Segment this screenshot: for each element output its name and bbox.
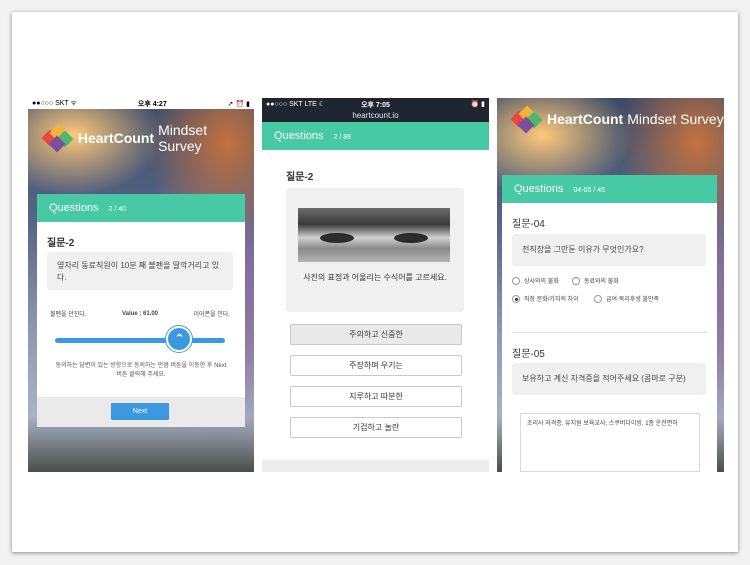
chevron-up-icon: ⌃ [173, 331, 185, 346]
q5-answer-textarea[interactable]: 조리사 자격증, 유치원 보육교사, 스쿠버다이빙, 1종 운전면허 [520, 413, 700, 472]
face-photo [298, 208, 450, 262]
phone-screen-multi-question: HeartCount Mindset Survey Questions 04-0… [497, 98, 724, 472]
question-counter: 2 / 88 [333, 134, 352, 141]
next-button[interactable]: Next [111, 403, 169, 420]
section-divider [512, 332, 708, 333]
q4-option-1[interactable]: 상사와의 불화 [512, 276, 559, 286]
brand-name: HeartCount [77, 130, 155, 146]
questions-label: Questions [274, 130, 324, 142]
brand-subtitle: Mindset Survey [627, 111, 724, 127]
question-card: Questions 04-05 / 45 질문-04 전직장을 그만둔 이유가 … [502, 175, 717, 472]
q4-option-3[interactable]: 직장 문화/가치의 차이 [512, 294, 579, 304]
question-counter: 2 / 40 [108, 206, 127, 213]
slider-left-label: 볼펜을 던진다. [50, 312, 87, 318]
carrier-signal: ●●○○○ SKT ᯤ [32, 100, 77, 107]
question-title: 질문-2 [47, 238, 75, 249]
questions-label: Questions [49, 202, 99, 214]
question-card: Questions 2 / 40 질문-2 옆자리 동료직원이 10분 째 볼펜… [37, 194, 245, 427]
left-eye [320, 233, 354, 243]
radio-icon [594, 295, 602, 304]
status-time: 오후 4:27 [137, 100, 167, 108]
question-counter: 04-05 / 45 [573, 187, 606, 194]
questions-header: Questions 04-05 / 45 [502, 175, 717, 203]
option-4[interactable]: 기겁하고 놀란 [290, 417, 462, 438]
brand-header: HeartCount Mindset Survey [41, 122, 254, 154]
question-box: 사진의 표정과 어울리는 수식어를 고르세요. [286, 188, 464, 312]
slider-handle[interactable]: ⌃ [166, 326, 193, 352]
slider-track[interactable] [55, 338, 225, 343]
questions-header: Questions 2 / 88 [262, 122, 489, 150]
status-icons: ➚ ⏰ ▮ [227, 100, 250, 108]
q4-option-4[interactable]: 급여 복리후생 불만족 [594, 294, 659, 304]
q4-title: 질문-04 [512, 219, 545, 230]
slider-labels: 볼펜을 던진다. Value : 61.00 이어폰을 낀다. [50, 309, 230, 319]
heartcount-logo-icon [41, 124, 74, 153]
question-card: 질문-2 사진의 표정과 어울리는 수식어를 고르세요. 주의하고 신중한 주장… [262, 150, 489, 460]
phone-screen-image-question: ●●○○○ SKT LTE ☾ 오후 7:05 ⏰ ▮ heartcount.i… [262, 98, 489, 472]
slider-right-label: 이어폰을 낀다. [193, 312, 230, 318]
heartcount-logo-icon [510, 105, 543, 134]
radio-selected-icon [512, 295, 520, 304]
q4-option-2[interactable]: 동료와의 불화 [572, 276, 619, 286]
brand-header: HeartCount Mindset Survey [510, 105, 724, 134]
url-bar[interactable]: heartcount.io [262, 111, 489, 120]
status-bar: ●●○○○ SKT ᯤ 오후 4:27 ➚ ⏰ ▮ [28, 98, 254, 109]
option-2[interactable]: 주장하며 우기는 [290, 355, 462, 376]
phone-screen-slider-question: ●●○○○ SKT ᯤ 오후 4:27 ➚ ⏰ ▮ HeartCount Min… [28, 98, 254, 472]
slider-value-label: Value : 61.00 [121, 310, 159, 317]
status-time: 오후 7:05 [361, 102, 390, 109]
q4-text: 전직장을 그만둔 이유가 무엇인가요? [512, 234, 706, 266]
questions-label: Questions [514, 183, 564, 195]
question-title: 질문-2 [286, 172, 314, 183]
questions-header: Questions 2 / 40 [37, 194, 245, 222]
slider-hint: 동의하는 답변이 있는 방향으로 동의하는 만큼 버튼을 이동한 후 Next버… [55, 363, 227, 378]
option-1[interactable]: 주의하고 신중한 [290, 324, 462, 345]
browser-bar: ●●○○○ SKT LTE ☾ 오후 7:05 ⏰ ▮ heartcount.i… [262, 98, 489, 122]
status-icons: ⏰ ▮ [470, 101, 485, 108]
option-3[interactable]: 지루하고 따분한 [290, 386, 462, 407]
right-eye [394, 233, 428, 243]
brand-name: HeartCount [547, 111, 624, 127]
brand-subtitle: Mindset Survey [158, 122, 208, 154]
question-text: 사진의 표정과 어울리는 수식어를 고르세요. [303, 273, 447, 282]
question-text: 옆자리 동료직원이 10분 째 볼펜을 딸깍거리고 있다. [47, 252, 233, 290]
q5-text: 보유하고 계신 자격증을 적어주세요 (콤마로 구분) [512, 363, 706, 395]
q5-title: 질문-05 [512, 349, 545, 360]
radio-icon [572, 277, 580, 286]
radio-icon [512, 277, 520, 286]
